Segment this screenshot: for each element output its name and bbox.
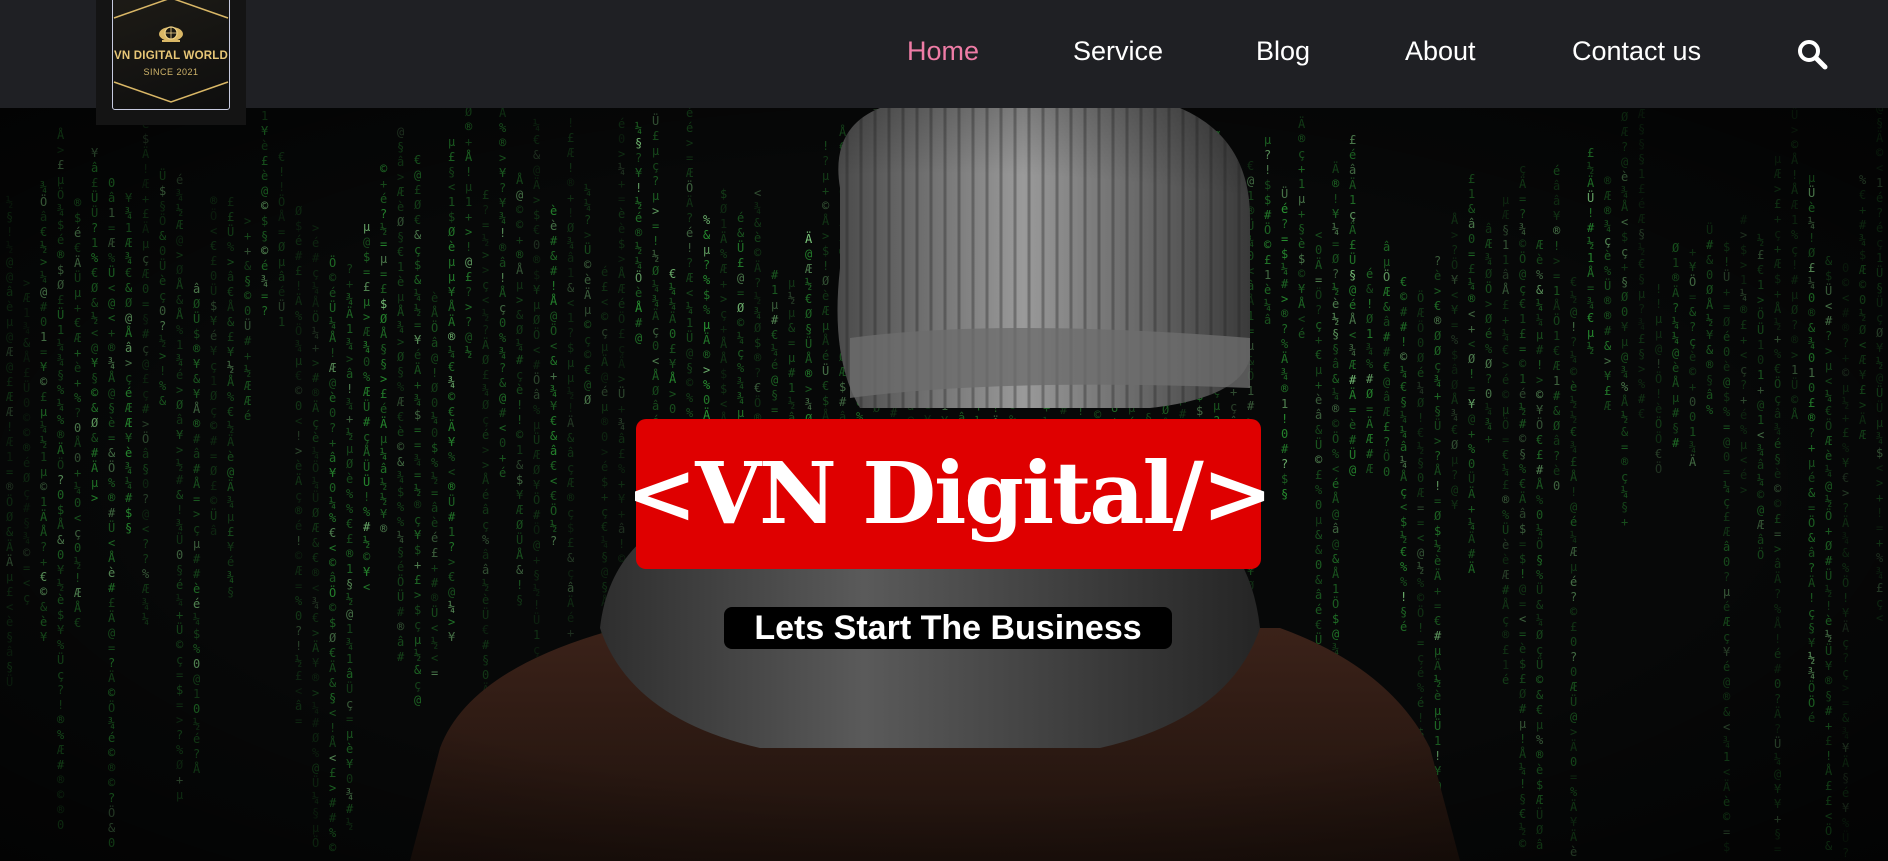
nav-about-link[interactable]: About [1405,36,1476,67]
hero-title: <VN Digital/> [625,444,1273,544]
nav-contact-link[interactable]: Contact us [1572,36,1701,67]
search-icon [1798,40,1828,70]
site-logo[interactable]: VN DIGITAL WORLD SINCE 2021 [96,0,246,125]
nav-service-link[interactable]: Service [1073,36,1163,67]
hero-section: ½§!½@@âèµ@Æ@£ÆÆ!Æ1=®ÖØ&ÄÄµ£<è§â§Ü>Æ1¾&Å£… [0,108,1888,861]
hero-subtitle-banner: Lets Start The Business [724,607,1172,649]
hero-title-banner: <VN Digital/> [626,419,1273,569]
hero-subtitle: Lets Start The Business [754,608,1142,647]
nav-home-link[interactable]: Home [907,36,979,67]
nav-blog-link[interactable]: Blog [1256,36,1310,67]
logo-tagline: SINCE 2021 [143,67,199,77]
top-navigation-bar: Home Service Blog About Contact us [0,0,1888,108]
globe-emblem-icon [159,26,183,42]
search-button[interactable] [1796,38,1828,70]
logo-brand-name: VN DIGITAL WORLD [114,50,228,62]
